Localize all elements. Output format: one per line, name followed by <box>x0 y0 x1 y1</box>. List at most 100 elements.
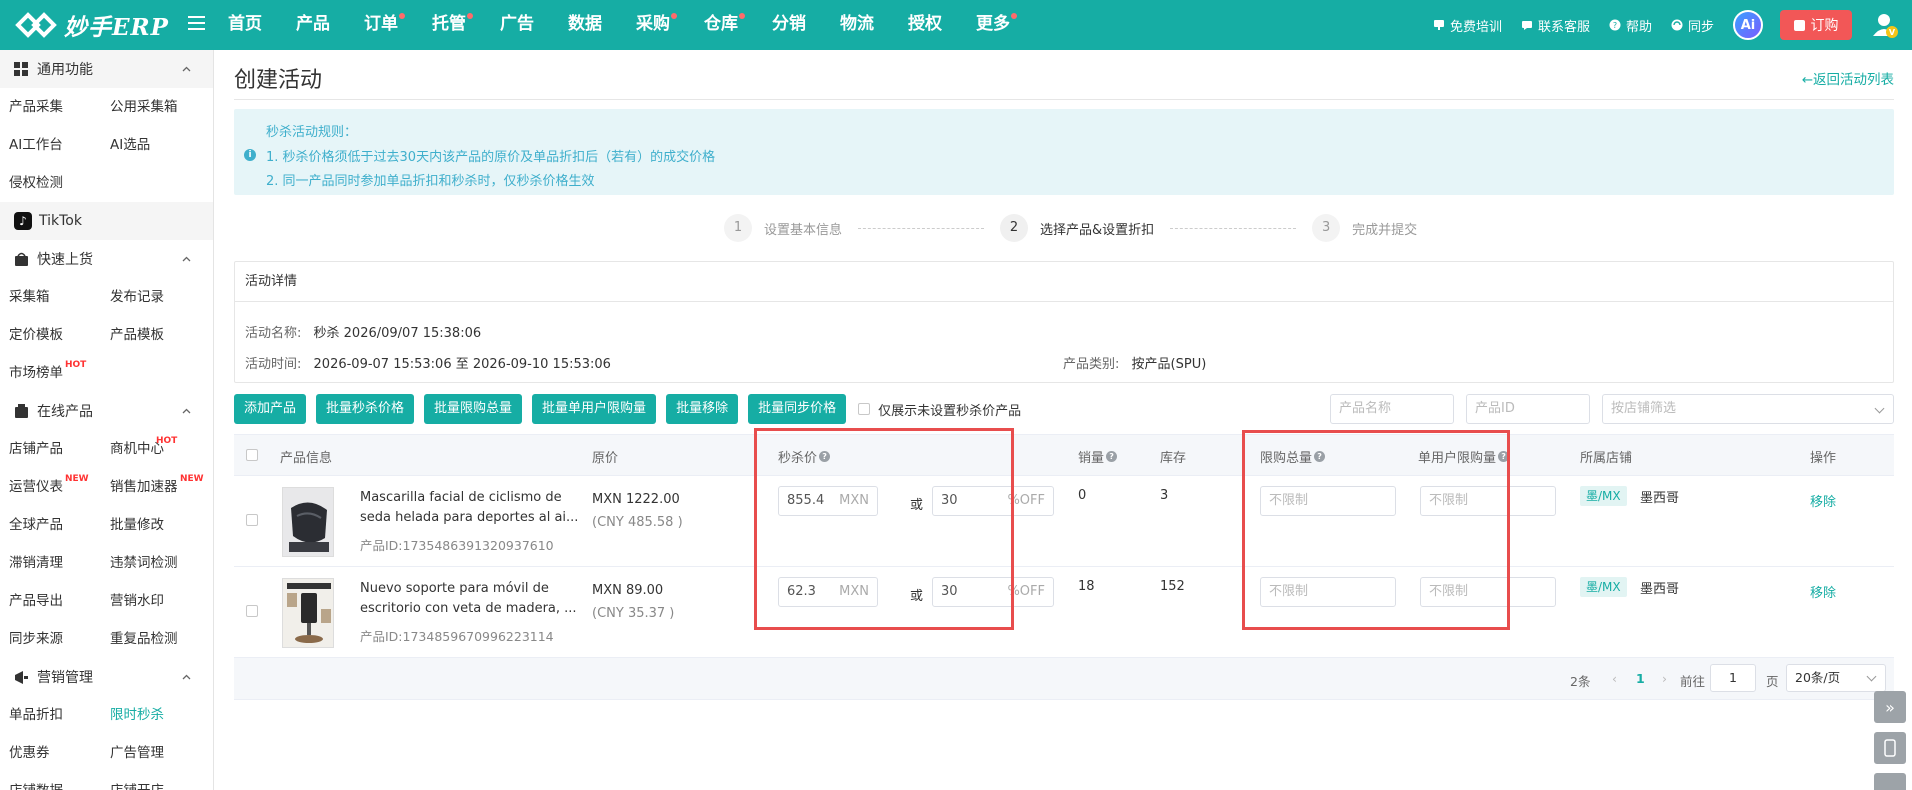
product-thumbnail[interactable] <box>282 487 334 557</box>
sidebar-item-store-open[interactable]: 店铺开店 <box>110 772 211 790</box>
sidebar-item-ads-management[interactable]: 广告管理 <box>110 734 211 772</box>
goto-label: 前往 <box>1680 674 1706 689</box>
user-avatar-icon[interactable]: V <box>1870 10 1900 40</box>
ai-assistant-button[interactable]: Ai <box>1733 10 1763 40</box>
chevron-up-icon <box>182 408 191 414</box>
sidebar-item-forbidden-words[interactable]: 违禁词检测 <box>110 544 211 582</box>
mobile-icon[interactable] <box>1874 732 1906 764</box>
message-icon[interactable] <box>1874 773 1906 790</box>
only-unset-toggle[interactable]: 仅展示未设置秒杀价产品 <box>858 400 1021 419</box>
sidebar-item-publish-records[interactable]: 发布记录 <box>110 278 211 316</box>
sidebar-item-batch-edit[interactable]: 批量修改 <box>110 506 211 544</box>
sidebar-item-slow-moving-cleanup[interactable]: 滞销清理 <box>9 544 110 582</box>
sidebar-item-collect-box[interactable]: 采集箱 <box>9 278 110 316</box>
sidebar-item-ai-workbench[interactable]: AI工作台 <box>9 126 110 164</box>
nav-item[interactable]: 更多 <box>976 0 1017 50</box>
batch-flash-price-button[interactable]: 批量秒杀价格 <box>316 394 415 424</box>
product-thumbnail[interactable] <box>282 578 334 648</box>
sidebar-item-marketing-watermark[interactable]: 营销水印 <box>110 582 211 620</box>
sidebar-item-product-collect[interactable]: 产品采集 <box>9 88 110 126</box>
nav-item[interactable]: 采购 <box>636 0 677 50</box>
total-count: 2条 <box>1570 674 1591 689</box>
sync-link[interactable]: 同步 <box>1671 16 1714 35</box>
sidebar-item-store-data[interactable]: 店铺数据 <box>9 772 110 790</box>
new-badge: NEW <box>65 474 89 484</box>
batch-user-limit-button[interactable]: 批量单用户限购量 <box>532 394 657 424</box>
sidebar-item-product-template[interactable]: 产品模板 <box>110 316 211 354</box>
product-type-row: 产品类别: 按产品(SPU) <box>1063 353 1206 372</box>
sidebar-item-ops-dashboard[interactable]: 运营仪表 NEW <box>9 468 110 506</box>
row-checkbox[interactable] <box>246 605 258 617</box>
menu-toggle-icon[interactable] <box>188 16 205 32</box>
notification-dot <box>399 13 405 19</box>
sidebar-section-marketing[interactable]: 营销管理 <box>0 658 213 696</box>
support-link[interactable]: 联系客服 <box>1521 16 1590 35</box>
chevron-up-icon <box>182 256 191 262</box>
store-filter-select[interactable]: 按店铺筛选 <box>1602 394 1894 424</box>
nav-item[interactable]: 托管 <box>432 0 473 50</box>
nav-item[interactable]: 物流 <box>840 0 874 50</box>
expand-arrows-icon[interactable]: » <box>1874 691 1906 723</box>
sidebar-item-global-products[interactable]: 全球产品 <box>9 506 110 544</box>
back-to-list-link[interactable]: ←返回活动列表 <box>1802 68 1894 88</box>
product-title[interactable]: Mascarilla facial de ciclismo de seda he… <box>360 488 580 528</box>
add-product-button[interactable]: 添加产品 <box>234 394 307 424</box>
sidebar-item-sync-source[interactable]: 同步来源 <box>9 620 110 658</box>
app-logo[interactable]: 妙手ERP <box>14 9 169 41</box>
notice-rule-2: 2. 同一产品同时参加单品折扣和秒杀时，仅秒杀价格生效 <box>266 174 595 189</box>
batch-total-limit-button[interactable]: 批量限购总量 <box>424 394 523 424</box>
step-select-products: 2 选择产品&设置折扣 <box>1000 214 1154 242</box>
sidebar-section-common[interactable]: 通用功能 <box>0 50 213 88</box>
help-icon: ? <box>1609 19 1621 31</box>
nav-item[interactable]: 仓库 <box>704 0 745 50</box>
only-unset-checkbox[interactable] <box>858 403 871 415</box>
sidebar-item-duplicate-check[interactable]: 重复品检测 <box>110 620 211 658</box>
sidebar-item-store-products[interactable]: 店铺产品 <box>9 430 110 468</box>
sidebar-item-pricing-template[interactable]: 定价模板 <box>9 316 110 354</box>
sidebar-item-market-ranking[interactable]: 市场榜单 HOT <box>9 354 110 392</box>
help-link[interactable]: ? 帮助 <box>1609 16 1652 35</box>
current-page[interactable]: 1 <box>1636 671 1645 686</box>
activity-time-label: 活动时间: <box>245 357 302 372</box>
order-button[interactable]: 订购 <box>1780 10 1852 40</box>
page-size-select[interactable]: 20条/页 <box>1786 664 1886 692</box>
sidebar-section-online[interactable]: 在线产品 <box>0 392 213 430</box>
nav-item[interactable]: 授权 <box>908 0 942 50</box>
sidebar-item-public-collect-box[interactable]: 公用采集箱 <box>110 88 211 126</box>
nav-item[interactable]: 订单 <box>364 0 405 50</box>
batch-remove-button[interactable]: 批量移除 <box>666 394 739 424</box>
batch-sync-price-button[interactable]: 批量同步价格 <box>748 394 847 424</box>
sidebar-platform-tiktok[interactable]: ♪ TikTok <box>0 202 213 240</box>
nav-item[interactable]: 产品 <box>296 0 330 50</box>
question-icon[interactable]: ? <box>1106 451 1118 462</box>
next-page-icon[interactable]: › <box>1662 671 1667 686</box>
product-name-search-input[interactable]: 产品名称 <box>1330 394 1454 424</box>
training-link[interactable]: 免费培训 <box>1433 16 1502 35</box>
nav-item[interactable]: 首页 <box>228 0 262 50</box>
nav-item[interactable]: 数据 <box>568 0 602 50</box>
sidebar-item-sales-accelerator[interactable]: 销售加速器 NEW <box>110 468 211 506</box>
sidebar-item-coupons[interactable]: 优惠券 <box>9 734 110 772</box>
sidebar-item-flash-sale[interactable]: 限时秒杀 <box>110 696 211 734</box>
sidebar-item-ai-selection[interactable]: AI选品 <box>110 126 211 164</box>
remove-link[interactable]: 移除 <box>1810 491 1836 510</box>
sidebar-item-opportunity-center[interactable]: 商机中心 HOT <box>110 430 211 468</box>
sidebar-item-single-discount[interactable]: 单品折扣 <box>9 696 110 734</box>
sidebar-section-quick[interactable]: 快速上货 <box>0 240 213 278</box>
help-label: 帮助 <box>1625 19 1652 35</box>
row-checkbox[interactable] <box>246 514 258 526</box>
product-title[interactable]: Nuevo soporte para móvil de escritorio c… <box>360 579 580 619</box>
page-jump-input[interactable]: 1 <box>1710 664 1756 692</box>
nav-item-label: 托管 <box>432 14 466 34</box>
info-icon: i <box>244 149 256 161</box>
price-mxn: MXN 89.00 <box>592 583 664 598</box>
prev-page-icon[interactable]: ‹ <box>1612 671 1617 686</box>
sidebar-item-product-export[interactable]: 产品导出 <box>9 582 110 620</box>
nav-item[interactable]: 分销 <box>772 0 806 50</box>
activity-name-value: 秒杀 2026/09/07 15:38:06 <box>313 326 482 341</box>
remove-link[interactable]: 移除 <box>1810 582 1836 601</box>
nav-item[interactable]: 广告 <box>500 0 534 50</box>
sidebar-item-infringement-check[interactable]: 侵权检测 <box>9 164 110 202</box>
product-id-search-input[interactable]: 产品ID <box>1466 394 1590 424</box>
select-all-checkbox[interactable] <box>246 449 258 461</box>
